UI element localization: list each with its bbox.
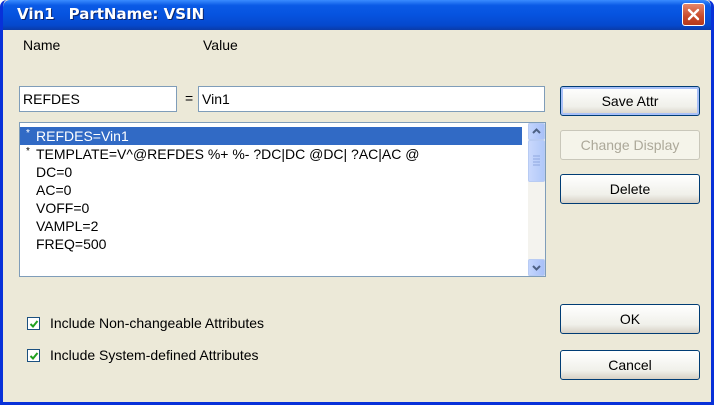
attribute-text: VOFF=0 bbox=[36, 200, 90, 216]
attribute-text: FREQ=500 bbox=[36, 236, 107, 252]
name-field[interactable]: REFDES bbox=[19, 86, 177, 112]
title-bar[interactable]: Vin1 PartName: VSIN bbox=[3, 0, 711, 30]
checkmark-icon bbox=[29, 320, 39, 328]
scroll-up-button[interactable] bbox=[528, 123, 545, 140]
attribute-text: REFDES=Vin1 bbox=[36, 128, 129, 144]
close-icon bbox=[687, 8, 700, 21]
attribute-list-item[interactable]: VOFF=0 bbox=[20, 199, 522, 217]
attribute-list-item[interactable]: * TEMPLATE=V^@REFDES %+ %- ?DC|DC @DC| ?A… bbox=[20, 145, 522, 163]
attribute-list-item[interactable]: VAMPL=2 bbox=[20, 217, 522, 235]
system-defined-checkbox[interactable] bbox=[27, 349, 40, 362]
attribute-list-item[interactable]: DC=0 bbox=[20, 163, 522, 181]
change-display-button[interactable]: Change Display bbox=[560, 130, 700, 160]
attribute-text: DC=0 bbox=[36, 164, 73, 180]
checkmark-icon bbox=[29, 352, 39, 360]
attribute-text: TEMPLATE=V^@REFDES %+ %- ?DC|DC @DC| ?AC… bbox=[36, 146, 420, 162]
chevron-down-icon bbox=[532, 265, 541, 271]
list-scrollbar[interactable] bbox=[528, 123, 545, 276]
attribute-text: VAMPL=2 bbox=[36, 218, 99, 234]
attribute-list[interactable]: * REFDES=Vin1 * TEMPLATE=V^@REFDES %+ %- ?D… bbox=[19, 122, 546, 277]
grip-icon bbox=[533, 155, 540, 166]
save-attr-button[interactable]: Save Attr bbox=[560, 86, 700, 116]
non-changeable-marker: * bbox=[26, 146, 30, 157]
attribute-list-item[interactable]: AC=0 bbox=[20, 181, 522, 199]
equals-sign: = bbox=[185, 90, 194, 106]
non-changeable-label[interactable]: Include Non-changeable Attributes bbox=[50, 315, 264, 331]
window-title: Vin1 PartName: VSIN bbox=[17, 5, 218, 23]
attribute-list-item[interactable]: FREQ=500 bbox=[20, 235, 522, 253]
value-field[interactable]: Vin1 bbox=[198, 86, 545, 112]
ok-button[interactable]: OK bbox=[560, 304, 700, 334]
non-changeable-checkbox[interactable] bbox=[27, 317, 40, 330]
close-button[interactable] bbox=[682, 3, 705, 26]
scroll-thumb[interactable] bbox=[528, 140, 545, 182]
value-label: Value bbox=[203, 37, 238, 53]
delete-button[interactable]: Delete bbox=[560, 174, 700, 204]
system-defined-label[interactable]: Include System-defined Attributes bbox=[50, 347, 259, 363]
cancel-button[interactable]: Cancel bbox=[560, 350, 700, 380]
chevron-up-icon bbox=[532, 128, 541, 134]
non-changeable-marker: * bbox=[26, 128, 30, 139]
title-ref: Vin1 bbox=[17, 5, 55, 23]
title-part: PartName: VSIN bbox=[68, 5, 205, 23]
attribute-text: AC=0 bbox=[36, 182, 72, 198]
attribute-list-item[interactable]: * REFDES=Vin1 bbox=[20, 127, 522, 145]
attribute-dialog: Vin1 PartName: VSIN Name Value REFDES = V… bbox=[0, 0, 714, 405]
scroll-down-button[interactable] bbox=[528, 259, 545, 276]
name-label: Name bbox=[23, 37, 61, 53]
